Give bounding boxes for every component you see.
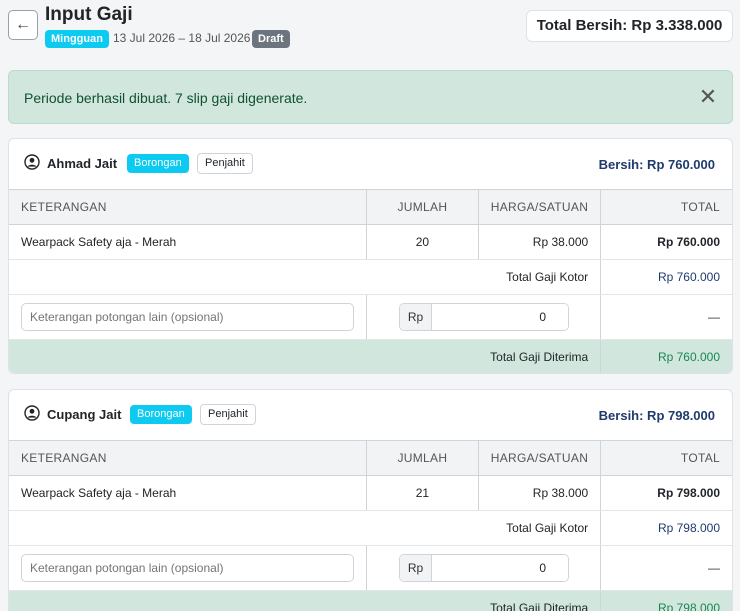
total-net-box: Total Bersih: Rp 3.338.000	[526, 10, 733, 42]
gross-total-row: Total Gaji Kotor Rp 798.000	[9, 510, 732, 546]
back-button[interactable]: ←	[8, 10, 38, 40]
column-header-description: KETERANGAN	[9, 440, 367, 476]
employee-card: Ahmad Jait Borongan Penjahit Bersih: Rp …	[8, 138, 733, 374]
employee-name: Ahmad Jait	[47, 156, 118, 171]
status-badge: Draft	[252, 30, 290, 48]
role-badge: Penjahit	[200, 404, 256, 425]
salary-table: KETERANGAN JUMLAH HARGA/SATUAN TOTAL Wea…	[9, 189, 732, 373]
page-title: Input Gaji	[45, 4, 133, 25]
received-total-value: Rp 798.000	[600, 590, 732, 611]
received-total-label: Total Gaji Diterima	[9, 590, 601, 611]
column-header-total: TOTAL	[600, 440, 732, 476]
column-header-unit-price: HARGA/SATUAN	[477, 440, 601, 476]
employee-name: Cupang Jait	[47, 407, 122, 422]
date-range: 13 Jul 2026 – 18 Jul 2026	[113, 31, 251, 45]
gross-total-value: Rp 798.000	[600, 510, 732, 546]
role-badge: Penjahit	[197, 153, 253, 174]
employee-card-header: Ahmad Jait Borongan Penjahit Bersih: Rp …	[9, 139, 732, 189]
gross-total-label: Total Gaji Kotor	[9, 510, 601, 546]
net-salary: Bersih: Rp 760.000	[598, 157, 715, 172]
item-unit-price: Rp 38.000	[477, 224, 601, 260]
deduction-amount-input[interactable]	[432, 555, 568, 581]
item-description: Wearpack Safety aja - Merah	[9, 475, 367, 511]
net-salary: Bersih: Rp 798.000	[598, 408, 715, 423]
received-total-row: Total Gaji Diterima Rp 798.000	[9, 590, 732, 611]
success-alert: Periode berhasil dibuat. 7 slip gaji dig…	[8, 70, 733, 124]
received-total-value: Rp 760.000	[600, 339, 732, 373]
column-header-quantity: JUMLAH	[366, 440, 479, 476]
deduction-amount-group: Rp	[399, 303, 569, 331]
employee-card-header: Cupang Jait Borongan Penjahit Bersih: Rp…	[9, 390, 732, 440]
deduction-total: —	[600, 294, 732, 340]
column-header-unit-price: HARGA/SATUAN	[477, 189, 601, 225]
item-quantity: 20	[366, 224, 479, 260]
gross-total-value: Rp 760.000	[600, 259, 732, 295]
deduction-total: —	[600, 545, 732, 591]
received-total-label: Total Gaji Diterima	[9, 339, 601, 373]
employee-card: Cupang Jait Borongan Penjahit Bersih: Rp…	[8, 389, 733, 611]
salary-table: KETERANGAN JUMLAH HARGA/SATUAN TOTAL Wea…	[9, 440, 732, 611]
alert-message: Periode berhasil dibuat. 7 slip gaji dig…	[24, 90, 308, 106]
currency-prefix: Rp	[400, 304, 432, 330]
wage-type-badge: Borongan	[127, 154, 189, 173]
deduction-note-input[interactable]	[21, 303, 354, 331]
item-total: Rp 760.000	[600, 224, 732, 260]
table-row: Wearpack Safety aja - Merah 20 Rp 38.000…	[9, 224, 732, 260]
wage-type-badge: Borongan	[130, 405, 192, 424]
deduction-row: Rp —	[9, 294, 732, 340]
column-header-quantity: JUMLAH	[366, 189, 479, 225]
item-unit-price: Rp 38.000	[477, 475, 601, 511]
person-circle-icon	[24, 405, 40, 421]
period-type-badge: Mingguan	[45, 30, 109, 48]
gross-total-label: Total Gaji Kotor	[9, 259, 601, 295]
item-total: Rp 798.000	[600, 475, 732, 511]
deduction-note-input[interactable]	[21, 554, 354, 582]
page-header: ← Input Gaji Mingguan 13 Jul 2026 – 18 J…	[0, 0, 740, 60]
person-circle-icon	[24, 154, 40, 170]
column-header-total: TOTAL	[600, 189, 732, 225]
currency-prefix: Rp	[400, 555, 432, 581]
gross-total-row: Total Gaji Kotor Rp 760.000	[9, 259, 732, 295]
deduction-row: Rp —	[9, 545, 732, 591]
item-quantity: 21	[366, 475, 479, 511]
received-total-row: Total Gaji Diterima Rp 760.000	[9, 339, 732, 373]
deduction-amount-input[interactable]	[432, 304, 568, 330]
deduction-amount-group: Rp	[399, 554, 569, 582]
item-description: Wearpack Safety aja - Merah	[9, 224, 367, 260]
table-row: Wearpack Safety aja - Merah 21 Rp 38.000…	[9, 475, 732, 511]
close-icon[interactable]: ✕	[698, 86, 718, 108]
column-header-description: KETERANGAN	[9, 189, 367, 225]
arrow-left-icon: ←	[15, 16, 31, 33]
